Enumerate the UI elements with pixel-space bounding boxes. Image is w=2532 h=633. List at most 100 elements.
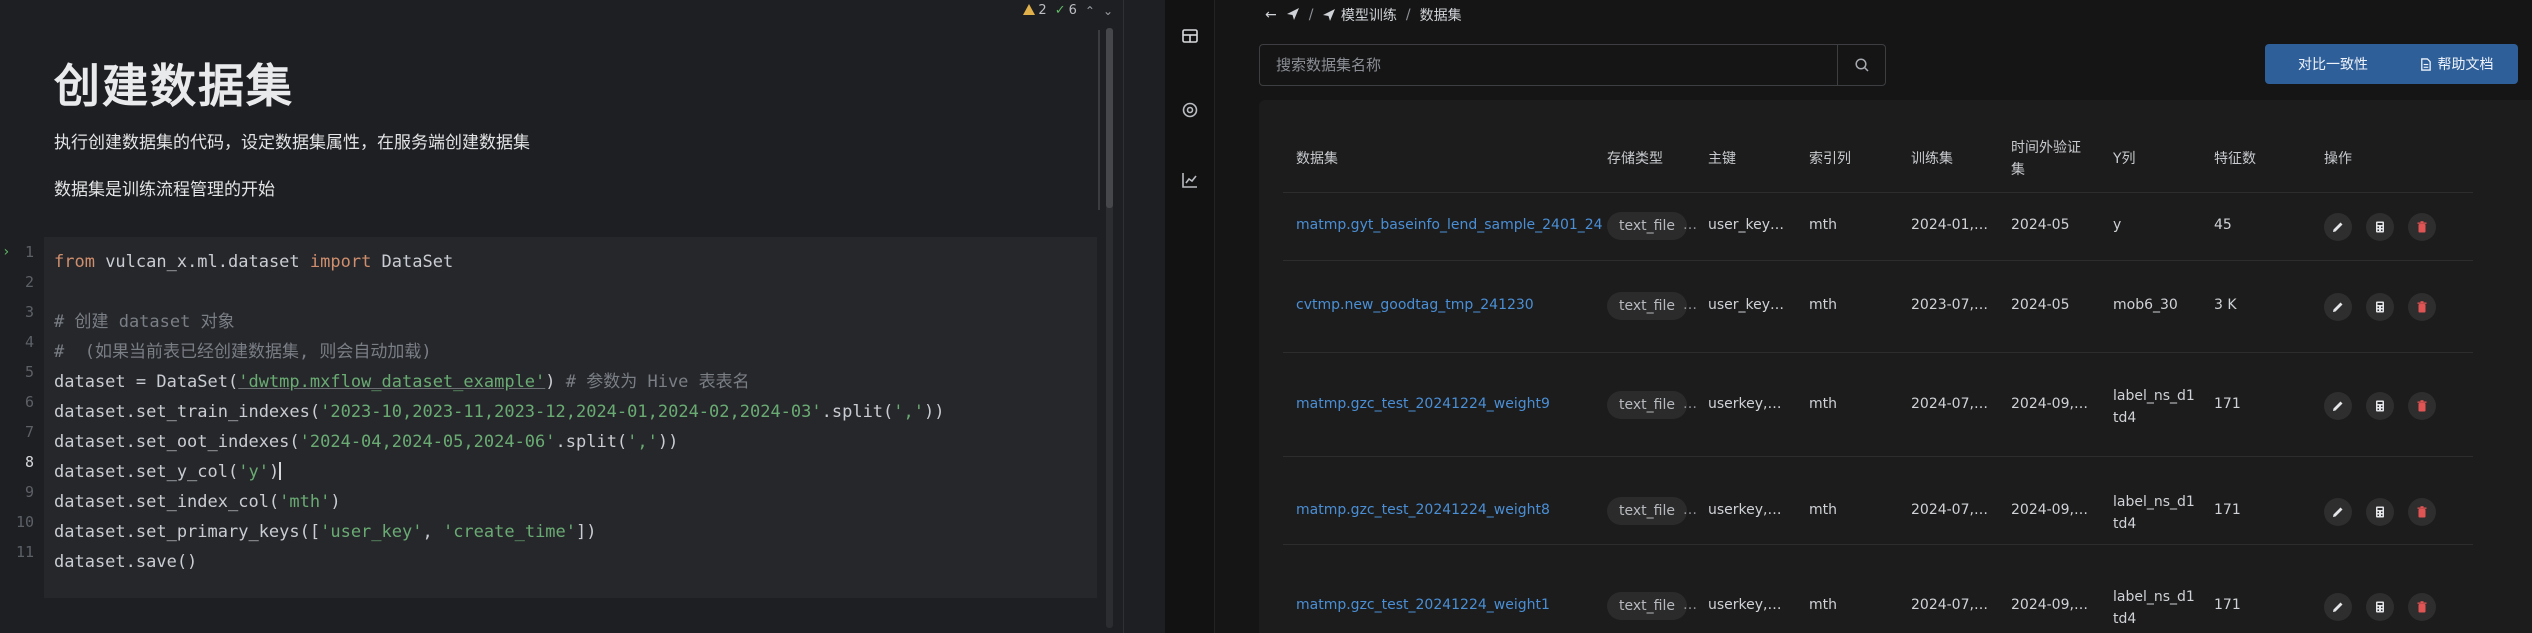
key-cell: userkey,… — [1708, 502, 1782, 518]
table-row: matmp.gzc_test_20241224_weight1 text_fil… — [1283, 544, 2473, 633]
dataset-table: 数据集 存储类型 主键 索引列 训练集 时间外验证集 Y列 特征数 操作 mat… — [1259, 100, 2532, 633]
breadcrumb-separator: / — [1405, 7, 1411, 23]
markdown-cell[interactable]: 创建数据集 执行创建数据集的代码，设定数据集属性，在服务端创建数据集 数据集是训… — [54, 50, 530, 200]
breadcrumb-item-dataset[interactable]: 数据集 — [1420, 5, 1462, 25]
storage-ellipsis: … — [1683, 597, 1697, 613]
edit-button[interactable] — [2324, 498, 2352, 526]
y-cell: mob6_30 — [2113, 297, 2178, 313]
line-number: 9 — [24, 483, 34, 501]
key-cell: userkey,… — [1708, 597, 1782, 613]
code-line-6[interactable]: dataset.set_train_indexes('2023-10,2023-… — [54, 397, 944, 427]
dataset-name-link[interactable]: matmp.gyt_baseinfo_lend_sample_2401_24 — [1296, 217, 1603, 233]
calculator-icon — [2376, 301, 2384, 313]
code-line-11[interactable]: dataset.save() — [54, 547, 197, 577]
target-icon[interactable] — [1180, 100, 1200, 120]
trash-icon — [2417, 506, 2427, 518]
document-icon — [2420, 57, 2431, 71]
index-cell: mth — [1809, 217, 1837, 233]
ok-count[interactable]: ✓ 6 — [1055, 3, 1077, 18]
features-cell: 171 — [2214, 597, 2241, 613]
storage-ellipsis: … — [1683, 297, 1697, 313]
delete-button[interactable] — [2408, 498, 2436, 526]
dataset-name-link[interactable]: matmp.gzc_test_20241224_weight1 — [1296, 597, 1550, 613]
edit-button[interactable] — [2324, 293, 2352, 321]
chevron-up-icon[interactable]: ⌃ — [1085, 4, 1095, 18]
storage-ellipsis: … — [1683, 217, 1697, 233]
breadcrumb-separator: / — [1308, 7, 1314, 23]
dataset-name-link[interactable]: cvtmp.new_goodtag_tmp_241230 — [1296, 297, 1534, 313]
code-line-1[interactable]: from vulcan_x.ml.dataset import DataSet — [54, 247, 453, 277]
delete-button[interactable] — [2408, 593, 2436, 621]
edit-button[interactable] — [2324, 392, 2352, 420]
markdown-line-2: 数据集是训练流程管理的开始 — [54, 180, 275, 200]
chart-line-icon[interactable] — [1180, 170, 1200, 190]
calculator-icon — [2376, 221, 2384, 233]
calculator-icon — [2376, 400, 2384, 412]
table-row: matmp.gyt_baseinfo_lend_sample_2401_24 t… — [1283, 192, 2473, 260]
trash-icon — [2417, 601, 2427, 613]
code-line-10[interactable]: dataset.set_primary_keys(['user_key', 'c… — [54, 517, 597, 547]
pane-splitter[interactable] — [1123, 0, 1165, 633]
col-key: 主键 — [1708, 151, 1736, 167]
delete-button[interactable] — [2408, 392, 2436, 420]
calculator-button[interactable] — [2366, 498, 2394, 526]
edit-button[interactable] — [2324, 593, 2352, 621]
back-arrow-icon[interactable]: ← — [1265, 7, 1277, 23]
search-button[interactable] — [1837, 45, 1885, 85]
table-row: matmp.gzc_test_20241224_weight9 text_fil… — [1283, 352, 2473, 456]
send-icon[interactable] — [1286, 7, 1300, 23]
calculator-button[interactable] — [2366, 593, 2394, 621]
code-line-4[interactable]: # (如果当前表已经创建数据集, 则会自动加载) — [54, 337, 432, 367]
search-input[interactable] — [1260, 45, 1838, 85]
text-caret — [279, 462, 282, 480]
pencil-icon — [2333, 602, 2343, 612]
code-line-8[interactable]: dataset.set_y_col('y') — [54, 457, 282, 487]
delete-button[interactable] — [2408, 213, 2436, 241]
index-cell: mth — [1809, 297, 1837, 313]
warning-count[interactable]: 2 — [1023, 3, 1047, 18]
code-line-7[interactable]: dataset.set_oot_indexes('2024-04,2024-05… — [54, 427, 678, 457]
col-train: 训练集 — [1911, 151, 1953, 167]
code-line-3[interactable]: # 创建 dataset 对象 — [54, 307, 235, 337]
send-icon — [1322, 8, 1336, 24]
edit-button[interactable] — [2324, 213, 2352, 241]
inspection-widget[interactable]: 2 ✓ 6 ⌃ ⌄ — [1023, 3, 1113, 18]
storage-tag: text_file — [1607, 592, 1687, 620]
delete-button[interactable] — [2408, 293, 2436, 321]
line-number: 2 — [24, 273, 34, 291]
side-rail — [1165, 0, 1215, 633]
table-icon[interactable] — [1180, 26, 1200, 46]
line-number: 11 — [15, 543, 34, 561]
line-number: 10 — [15, 513, 34, 531]
y-cell: label_ns_d1 td4 — [2113, 494, 2195, 532]
pencil-icon — [2333, 507, 2343, 517]
calculator-button[interactable] — [2366, 213, 2394, 241]
notebook-pane: 2 ✓ 6 ⌃ ⌄ 创建数据集 执行创建数据集的代码，设定数据集属性，在服务端创建… — [0, 0, 1123, 633]
col-y: Y列 — [2113, 151, 2136, 167]
y-cell: y — [2113, 217, 2122, 233]
index-cell: mth — [1809, 396, 1837, 412]
trash-icon — [2417, 400, 2427, 412]
oot-cell: 2024-05 — [2011, 217, 2070, 233]
line-number-active: 8 — [24, 453, 34, 471]
col-storage: 存储类型 — [1607, 151, 1663, 167]
y-cell: label_ns_d1 td4 — [2113, 388, 2195, 426]
line-number: 4 — [24, 333, 34, 351]
calculator-button[interactable] — [2366, 293, 2394, 321]
code-line-9[interactable]: dataset.set_index_col('mth') — [54, 487, 341, 517]
help-docs-button[interactable]: 帮助文档 — [2394, 44, 2518, 84]
calculator-button[interactable] — [2366, 392, 2394, 420]
col-actions: 操作 — [2324, 151, 2352, 167]
index-cell: mth — [1809, 502, 1837, 518]
dataset-name-link[interactable]: matmp.gzc_test_20241224_weight9 — [1296, 396, 1550, 412]
train-cell: 2024-01,… — [1911, 217, 1988, 233]
check-icon: ✓ — [1054, 3, 1066, 18]
chevron-down-icon[interactable]: ⌄ — [1103, 4, 1113, 18]
line-number: 5 — [24, 363, 34, 381]
compare-consistency-button[interactable]: 对比一致性 — [2265, 44, 2401, 84]
code-line-5[interactable]: dataset = DataSet('dwtmp.mxflow_dataset_… — [54, 367, 750, 397]
scrollbar-thumb[interactable] — [1106, 28, 1113, 208]
notebook-scrollbar[interactable] — [1106, 28, 1113, 628]
dataset-name-link[interactable]: matmp.gzc_test_20241224_weight8 — [1296, 502, 1550, 518]
breadcrumb-item-model-training[interactable]: 模型训练 — [1322, 5, 1397, 25]
